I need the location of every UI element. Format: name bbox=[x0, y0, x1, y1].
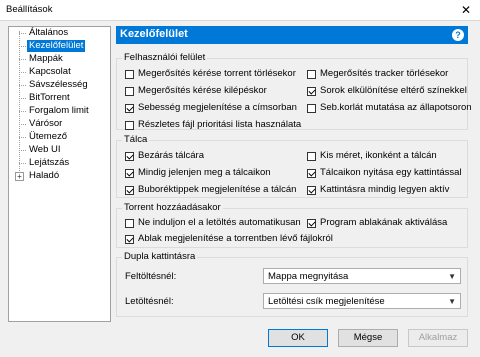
dialog-footer: OK Mégse Alkalmaz bbox=[0, 322, 480, 357]
chevron-down-icon: ▼ bbox=[448, 297, 456, 306]
tree-connector bbox=[19, 33, 26, 34]
tree-item-web-ui[interactable]: Web UI bbox=[27, 144, 63, 156]
group-talca: Tálca Bezárás tálcára Kis méret, ikonkén… bbox=[116, 134, 468, 198]
checkbox-box-checked bbox=[307, 185, 316, 195]
checkbox-box-checked bbox=[125, 151, 134, 161]
window-title: Beállítások bbox=[6, 4, 53, 15]
checkbox-sorok-szinekkel[interactable]: Sorok elkülönítése eltérő színekkel bbox=[307, 85, 467, 97]
checkbox-buboreketippek[interactable]: Buboréktippek megjelenítése a tálcán bbox=[125, 184, 296, 196]
letoltesnel-select[interactable]: Letöltési csík megjelenítése ▼ bbox=[263, 293, 461, 309]
tree-item-mappak[interactable]: Mappák bbox=[27, 53, 65, 65]
checkbox-reszletes-prioritasi-lista[interactable]: Részletes fájl prioritási lista használa… bbox=[125, 119, 301, 131]
checkbox-box-checked bbox=[125, 234, 134, 244]
checkbox-bezaras-talcara[interactable]: Bezárás tálcára bbox=[125, 150, 204, 162]
tree-connector bbox=[19, 150, 26, 151]
checkbox-box bbox=[307, 69, 316, 79]
group-felhasznaloi-felulet: Felhasználói felület Megerősítés kérése … bbox=[116, 52, 472, 131]
tree-item-altalanos[interactable]: Általános bbox=[27, 27, 70, 39]
checkbox-kilepes-megerosites[interactable]: Megerősítés kérése kilépéskor bbox=[125, 85, 267, 97]
tree-connector bbox=[19, 98, 26, 99]
group-label: Dupla kattintásra bbox=[122, 251, 198, 262]
tree-connector bbox=[19, 85, 26, 86]
checkbox-sebesseg-cimsorban[interactable]: Sebesség megjelenítése a címsorban bbox=[125, 102, 297, 114]
checkbox-kis-meret-ikonkent[interactable]: Kis méret, ikonként a tálcán bbox=[307, 150, 437, 162]
checkbox-box-checked bbox=[307, 218, 316, 228]
tree-item-bittorrent[interactable]: BitTorrent bbox=[27, 92, 72, 104]
checkbox-egy-kattintassal[interactable]: Tálcaikon nyitása egy kattintással bbox=[307, 167, 462, 179]
title-bar: Beállítások ✕ bbox=[0, 0, 480, 21]
feltoltesnel-label: Feltöltésnél: bbox=[125, 271, 177, 282]
checkbox-box-checked bbox=[125, 185, 134, 195]
tree-connector bbox=[19, 46, 26, 47]
ok-button[interactable]: OK bbox=[268, 329, 328, 347]
category-tree[interactable]: Általános Kezelőfelület Mappák Kapcsolat… bbox=[8, 26, 111, 322]
checkbox-box-checked bbox=[125, 168, 134, 178]
checkbox-sebkorlat-allapotsoron[interactable]: Seb.korlát mutatása az állapotsoron bbox=[307, 102, 472, 114]
tree-guide-line bbox=[19, 31, 20, 177]
tree-connector bbox=[19, 72, 26, 73]
group-label: Torrent hozzáadásakor bbox=[122, 202, 223, 213]
tree-connector bbox=[19, 59, 26, 60]
checkbox-box bbox=[307, 151, 316, 161]
settings-panel: Kezelőfelület ? Felhasználói felület Meg… bbox=[116, 26, 472, 320]
group-dupla-kattintasra: Dupla kattintásra Feltöltésnél: Mappa me… bbox=[116, 251, 468, 317]
tree-item-savszelesseg[interactable]: Sávszélesség bbox=[27, 79, 90, 91]
panel-header: Kezelőfelület ? bbox=[116, 26, 468, 44]
tree-item-kezelofelulet[interactable]: Kezelőfelület bbox=[27, 40, 86, 52]
tree-item-varosor[interactable]: Várósor bbox=[27, 118, 64, 130]
close-icon[interactable]: ✕ bbox=[452, 0, 480, 20]
checkbox-ne-induljon-el[interactable]: Ne induljon el a letöltés automatikusan bbox=[125, 217, 301, 229]
tree-item-forgalom-limit[interactable]: Forgalom limit bbox=[27, 105, 91, 117]
tree-connector bbox=[19, 163, 26, 164]
checkbox-torrent-torles-megerosites[interactable]: Megerősítés kérése torrent törlésekor bbox=[125, 68, 296, 80]
group-label: Felhasználói felület bbox=[122, 52, 208, 63]
checkbox-box bbox=[125, 218, 134, 228]
chevron-down-icon: ▼ bbox=[448, 272, 456, 281]
tree-connector bbox=[19, 137, 26, 138]
tree-item-halado[interactable]: Haladó bbox=[27, 170, 61, 182]
checkbox-box-checked bbox=[307, 168, 316, 178]
checkbox-box-checked bbox=[125, 103, 134, 113]
apply-button[interactable]: Alkalmaz bbox=[408, 329, 468, 347]
checkbox-box-checked bbox=[307, 86, 316, 96]
tree-connector bbox=[19, 124, 26, 125]
cancel-button[interactable]: Mégse bbox=[338, 329, 398, 347]
checkbox-mindig-aktiv[interactable]: Kattintásra mindig legyen aktív bbox=[307, 184, 449, 196]
checkbox-tracker-torles-megerosites[interactable]: Megerősítés tracker törlésekor bbox=[307, 68, 448, 80]
group-label: Tálca bbox=[122, 134, 150, 145]
tree-item-kapcsolat[interactable]: Kapcsolat bbox=[27, 66, 73, 78]
tree-item-lejatszas[interactable]: Lejátszás bbox=[27, 157, 71, 169]
expand-icon[interactable]: + bbox=[15, 172, 24, 181]
checkbox-box bbox=[125, 120, 134, 130]
group-torrent-hozzaadasakor: Torrent hozzáadásakor Ne induljon el a l… bbox=[116, 202, 468, 248]
checkbox-mindig-talcaikon[interactable]: Mindig jelenjen meg a tálcaikon bbox=[125, 167, 271, 179]
panel-title: Kezelőfelület bbox=[120, 28, 188, 40]
checkbox-box bbox=[307, 103, 316, 113]
checkbox-fajlok-ablak[interactable]: Ablak megjelenítése a torrentben lévő fá… bbox=[125, 233, 333, 245]
help-icon[interactable]: ? bbox=[452, 29, 464, 41]
checkbox-ablak-aktivalasa[interactable]: Program ablakának aktiválása bbox=[307, 217, 447, 229]
tree-connector bbox=[19, 111, 26, 112]
checkbox-box bbox=[125, 69, 134, 79]
tree-item-utemezo[interactable]: Ütemező bbox=[27, 131, 69, 143]
letoltesnel-label: Letöltésnél: bbox=[125, 296, 174, 307]
checkbox-box bbox=[125, 86, 134, 96]
feltoltesnel-select[interactable]: Mappa megnyitása ▼ bbox=[263, 268, 461, 284]
